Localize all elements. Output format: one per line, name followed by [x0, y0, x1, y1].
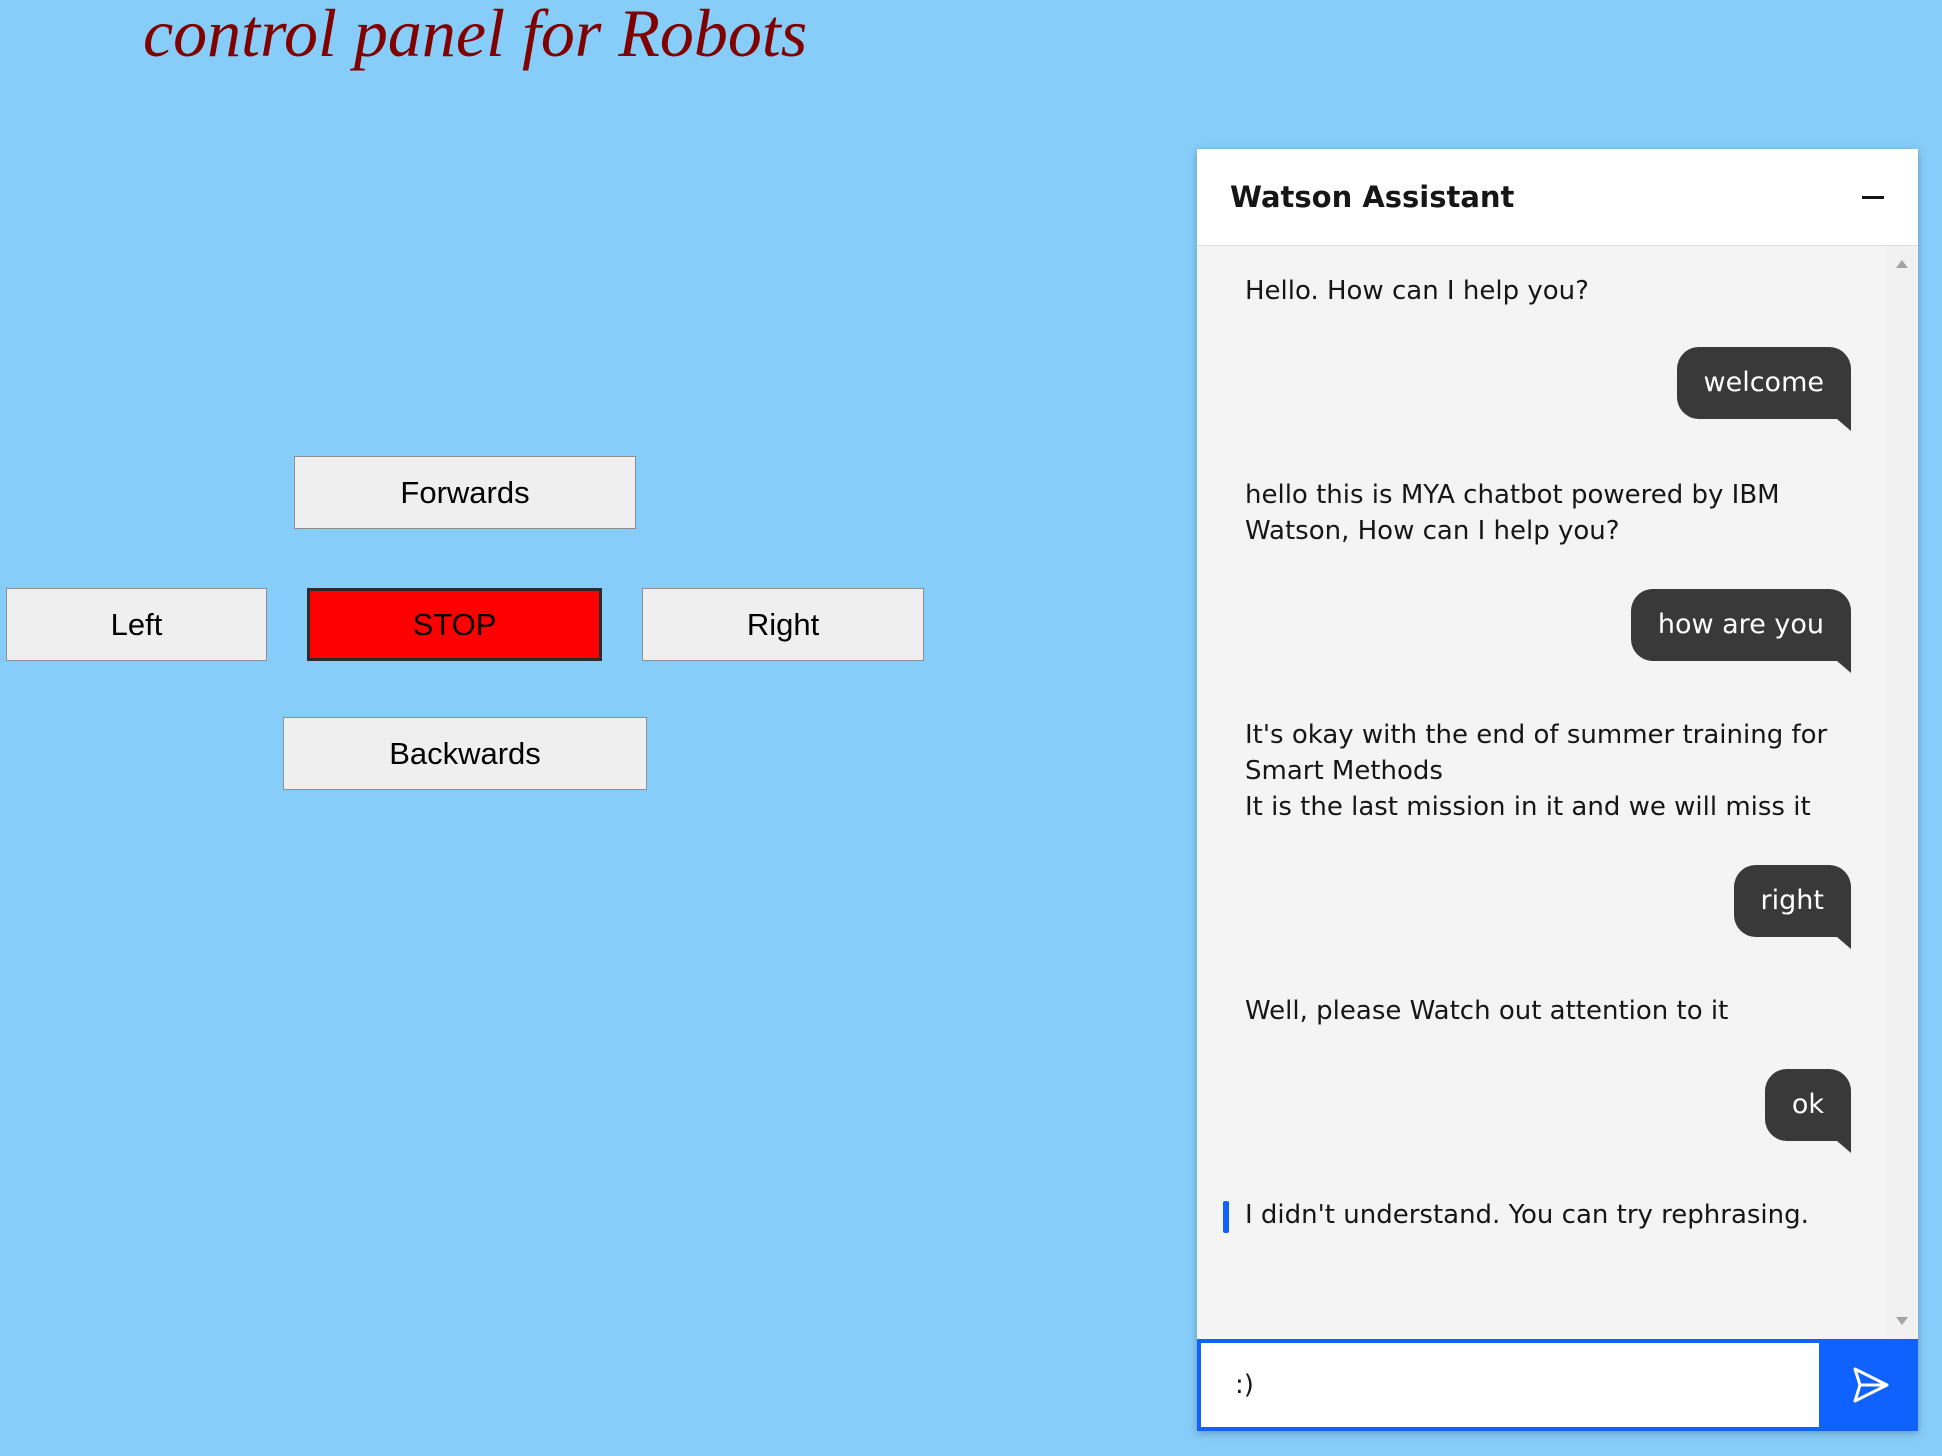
bot-message-line: It's okay with the end of summer trainin… — [1245, 720, 1828, 750]
scrollbar[interactable] — [1886, 246, 1918, 1339]
bot-message-line: I didn't understand. You can try rephras… — [1245, 1200, 1809, 1230]
bot-message-line: Well, please Watch out attention to it — [1245, 996, 1729, 1026]
bot-message-line: Hello. How can I help you? — [1245, 276, 1589, 306]
send-button[interactable] — [1823, 1339, 1918, 1431]
bot-message: Well, please Watch out attention to it — [1245, 993, 1845, 1029]
user-message: ok — [1764, 1069, 1852, 1153]
bot-message: Hello. How can I help you? — [1245, 273, 1845, 309]
user-message: right — [1733, 865, 1852, 949]
left-button[interactable]: Left — [6, 588, 267, 661]
scroll-up-arrow-icon[interactable] — [1896, 260, 1908, 268]
right-button[interactable]: Right — [642, 588, 924, 661]
minimize-icon[interactable] — [1852, 177, 1892, 217]
send-icon — [1853, 1367, 1889, 1403]
chat-message-list[interactable]: Hello. How can I help you? welcome hello… — [1197, 246, 1918, 1339]
chat-widget: Watson Assistant Hello. How can I help y… — [1197, 149, 1918, 1431]
backwards-button[interactable]: Backwards — [283, 717, 647, 790]
chat-input-row — [1197, 1339, 1918, 1431]
bot-message: I didn't understand. You can try rephras… — [1245, 1197, 1845, 1233]
user-message: welcome — [1676, 347, 1852, 431]
user-message: how are you — [1630, 589, 1852, 673]
bot-message-line: Watson, How can I help you? — [1245, 516, 1620, 546]
chat-header: Watson Assistant — [1197, 149, 1918, 246]
scroll-down-arrow-icon[interactable] — [1896, 1317, 1908, 1325]
chat-input[interactable] — [1197, 1339, 1823, 1431]
stop-button[interactable]: STOP — [307, 588, 602, 661]
page-title: control panel for Robots — [143, 0, 808, 71]
bot-message-line: It is the last mission in it and we will… — [1245, 792, 1811, 822]
bot-message: hello this is MYA chatbot powered by IBM… — [1245, 477, 1845, 549]
focus-indicator — [1223, 1201, 1229, 1233]
forwards-button[interactable]: Forwards — [294, 456, 636, 529]
bot-message-line: Smart Methods — [1245, 756, 1443, 786]
chat-title: Watson Assistant — [1230, 180, 1515, 214]
bot-message: It's okay with the end of summer trainin… — [1245, 717, 1845, 825]
bot-message-line: hello this is MYA chatbot powered by IBM — [1245, 480, 1780, 510]
